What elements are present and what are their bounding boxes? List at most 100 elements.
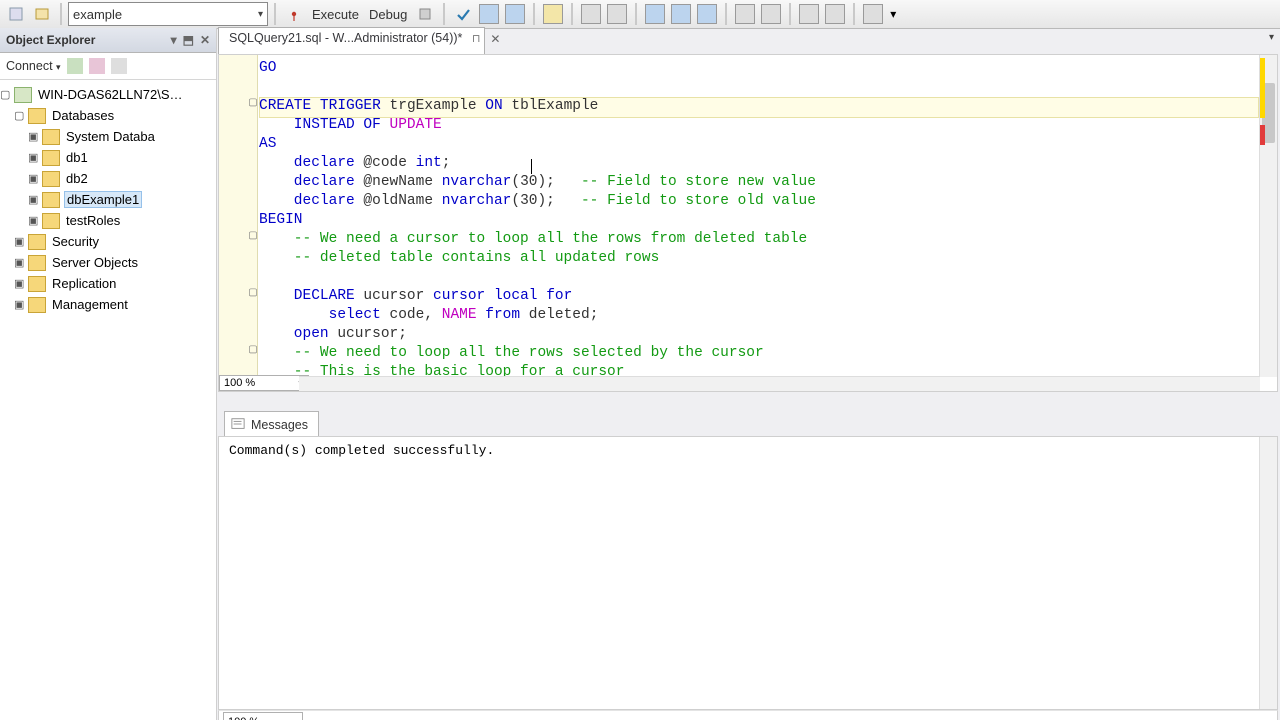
disconnect-icon[interactable] (89, 58, 105, 74)
toolbar-dropdown-icon[interactable]: ▾ (887, 2, 899, 26)
toolbar-icon[interactable] (30, 2, 54, 26)
connect-icon[interactable] (67, 58, 83, 74)
security-node[interactable]: ▣ Security (0, 231, 216, 252)
database-node[interactable]: ▣ dbExample1 (0, 189, 216, 210)
chevron-down-icon: ▾ (258, 9, 263, 20)
messages-zoom-selector[interactable]: 100 % ▾ (223, 712, 303, 720)
toolbar-icon[interactable] (477, 2, 501, 26)
expand-icon[interactable]: ▣ (28, 193, 38, 206)
database-node[interactable]: ▣ db2 (0, 168, 216, 189)
messages-tab[interactable]: Messages (224, 411, 319, 436)
expand-icon[interactable]: ▣ (28, 172, 38, 185)
messages-text: Command(s) completed successfully. (229, 443, 494, 458)
intellisense-icon[interactable] (861, 2, 885, 26)
fold-handle-icon[interactable]: ▢ (248, 287, 258, 298)
connect-button[interactable]: Connect ▾ (6, 59, 61, 73)
comment-icon[interactable] (733, 2, 757, 26)
server-node[interactable]: ▢ WIN-DGAS62LLN72\S… (0, 84, 216, 105)
system-databases-node[interactable]: ▣ System Databa (0, 126, 216, 147)
messages-vertical-scrollbar[interactable] (1259, 437, 1277, 709)
expand-icon[interactable]: ▣ (28, 214, 38, 227)
parse-icon[interactable] (451, 2, 475, 26)
debug-button[interactable]: Debug (365, 7, 411, 22)
fold-handle-icon[interactable]: ▢ (248, 230, 258, 241)
object-explorer-tree[interactable]: ▢ WIN-DGAS62LLN72\S… ▢ Databases ▣ Syste… (0, 80, 216, 720)
toolbar-icon[interactable] (4, 2, 28, 26)
close-icon[interactable]: ✕ (200, 33, 210, 47)
database-icon (42, 150, 60, 166)
messages-body[interactable]: Command(s) completed successfully. (218, 437, 1278, 710)
database-icon (42, 213, 60, 229)
object-explorer-title: Object Explorer (6, 33, 95, 47)
folder-icon (28, 108, 46, 124)
dropdown-icon[interactable]: ▾ (171, 33, 177, 47)
document-tab[interactable]: SQLQuery21.sql - W...Administrator (54))… (218, 27, 485, 55)
database-icon (42, 171, 60, 187)
editor-area: ▢ ▢ ▢ ▢ GO CREATE TRIGGER trgExample ON … (218, 54, 1278, 720)
expand-icon[interactable]: ▣ (28, 130, 38, 143)
stop-icon[interactable] (413, 2, 437, 26)
object-explorer-panel: Object Explorer ▾ ⬒ ✕ Connect ▾ ▢ WIN-DG… (0, 28, 217, 720)
toolbar-icon[interactable] (579, 2, 603, 26)
server-icon (14, 87, 32, 103)
close-icon[interactable]: ✕ (490, 32, 500, 46)
database-selector-value: example (73, 7, 122, 22)
tab-overflow-icon[interactable]: ▾ (1269, 32, 1274, 43)
folder-icon (28, 234, 46, 250)
expand-icon[interactable]: ▣ (14, 256, 24, 269)
server-objects-node[interactable]: ▣ Server Objects (0, 252, 216, 273)
replication-node[interactable]: ▣ Replication (0, 273, 216, 294)
stop-icon[interactable] (111, 58, 127, 74)
toolbar-icon[interactable] (541, 2, 565, 26)
editor-zoom-selector[interactable]: 100 % ▾ (219, 375, 309, 391)
folder-icon (28, 276, 46, 292)
toolbar-icon[interactable] (503, 2, 527, 26)
folder-icon (42, 129, 60, 145)
fold-handle-icon[interactable]: ▢ (248, 97, 258, 108)
messages-footer: 100 % ▾ (218, 710, 1278, 720)
expand-icon[interactable]: ▣ (14, 277, 24, 290)
main-toolbar: example ▾ Execute Debug ▾ (0, 0, 1280, 29)
expand-icon[interactable]: ▣ (14, 235, 24, 248)
results-tab-bar: Messages (218, 412, 1278, 437)
fold-handle-icon[interactable]: ▢ (248, 344, 258, 355)
outdent-icon[interactable] (823, 2, 847, 26)
text-caret (531, 159, 532, 174)
editor-vertical-scrollbar[interactable] (1259, 55, 1277, 377)
chevron-down-icon: ▾ (56, 62, 61, 72)
document-tab-title: SQLQuery21.sql - W...Administrator (54))… (229, 31, 462, 45)
editor-horizontal-scrollbar[interactable] (299, 376, 1260, 391)
uncomment-icon[interactable] (759, 2, 783, 26)
collapse-icon[interactable]: ▢ (0, 88, 10, 101)
folder-icon (28, 255, 46, 271)
results-text-icon[interactable] (669, 2, 693, 26)
results-pane: Messages Command(s) completed successful… (218, 412, 1278, 720)
chevron-down-icon: ▾ (292, 716, 298, 720)
collapse-icon[interactable]: ▢ (14, 109, 24, 122)
database-node[interactable]: ▣ db1 (0, 147, 216, 168)
change-marker (1260, 58, 1265, 118)
object-explorer-toolbar: Connect ▾ (0, 53, 216, 80)
results-file-icon[interactable] (695, 2, 719, 26)
databases-node[interactable]: ▢ Databases (0, 105, 216, 126)
management-node[interactable]: ▣ Management (0, 294, 216, 315)
execute-button[interactable]: Execute (308, 7, 363, 22)
object-explorer-titlebar: Object Explorer ▾ ⬒ ✕ (0, 28, 216, 53)
messages-tab-label: Messages (251, 418, 308, 432)
autohide-pin-icon[interactable]: ⬒ (183, 33, 194, 47)
messages-icon (231, 417, 245, 434)
database-node[interactable]: ▣ testRoles (0, 210, 216, 231)
database-selector[interactable]: example ▾ (68, 2, 268, 26)
error-marker (1260, 125, 1265, 145)
folder-icon (28, 297, 46, 313)
indent-icon[interactable] (797, 2, 821, 26)
expand-icon[interactable]: ▣ (28, 151, 38, 164)
sql-editor-content[interactable]: GO CREATE TRIGGER trgExample ON tblExamp… (259, 59, 1259, 377)
database-icon (42, 192, 60, 208)
toolbar-icon[interactable] (605, 2, 629, 26)
execute-icon[interactable] (282, 2, 306, 26)
expand-icon[interactable]: ▣ (14, 298, 24, 311)
sql-editor[interactable]: ▢ ▢ ▢ ▢ GO CREATE TRIGGER trgExample ON … (218, 54, 1278, 392)
results-grid-icon[interactable] (643, 2, 667, 26)
pin-icon[interactable]: ⊓ (472, 32, 481, 45)
